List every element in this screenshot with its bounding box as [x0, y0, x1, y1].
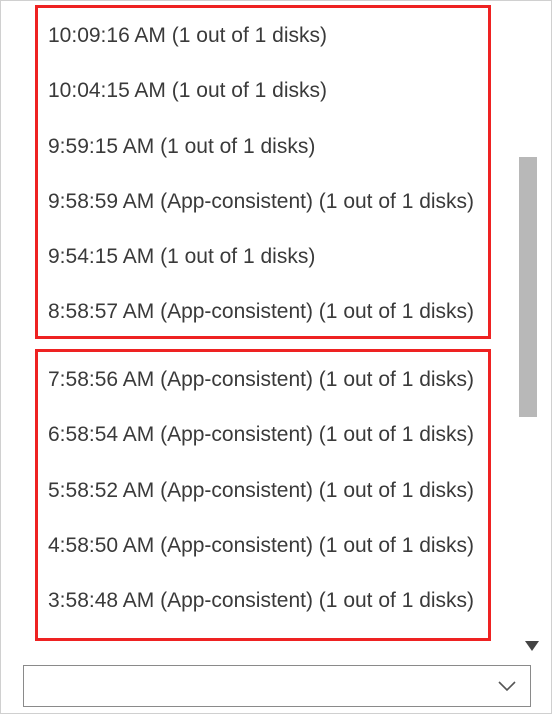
- scrollbar-track[interactable]: [519, 1, 545, 621]
- recovery-points-group-recent: 10:09:16 AM (1 out of 1 disks) 10:04:15 …: [35, 5, 491, 339]
- recovery-point-item[interactable]: 2:58:46 AM (App-consistent) (1 out of 1 …: [38, 628, 488, 641]
- recovery-point-item[interactable]: 10:09:16 AM (1 out of 1 disks): [38, 8, 488, 63]
- recovery-point-item[interactable]: 9:58:59 AM (App-consistent) (1 out of 1 …: [38, 174, 488, 229]
- scrollbar-thumb[interactable]: [519, 157, 537, 417]
- recovery-point-item[interactable]: 9:59:15 AM (1 out of 1 disks): [38, 119, 488, 174]
- recovery-points-list: 10:09:16 AM (1 out of 1 disks) 10:04:15 …: [1, 1, 491, 641]
- recovery-point-item[interactable]: 4:58:50 AM (App-consistent) (1 out of 1 …: [38, 518, 488, 573]
- recovery-point-select[interactable]: [23, 665, 531, 707]
- recovery-point-item[interactable]: 3:58:48 AM (App-consistent) (1 out of 1 …: [38, 573, 488, 628]
- scroll-down-button[interactable]: [519, 635, 545, 657]
- recovery-point-item[interactable]: 10:04:15 AM (1 out of 1 disks): [38, 63, 488, 118]
- recovery-point-item[interactable]: 5:58:52 AM (App-consistent) (1 out of 1 …: [38, 463, 488, 518]
- recovery-point-item[interactable]: 7:58:56 AM (App-consistent) (1 out of 1 …: [38, 352, 488, 407]
- chevron-down-icon: [498, 680, 516, 692]
- chevron-down-icon: [525, 641, 539, 651]
- recovery-points-group-older: 7:58:56 AM (App-consistent) (1 out of 1 …: [35, 349, 491, 641]
- recovery-point-item[interactable]: 8:58:57 AM (App-consistent) (1 out of 1 …: [38, 284, 488, 339]
- recovery-point-item[interactable]: 6:58:54 AM (App-consistent) (1 out of 1 …: [38, 407, 488, 462]
- recovery-point-item[interactable]: 9:54:15 AM (1 out of 1 disks): [38, 229, 488, 284]
